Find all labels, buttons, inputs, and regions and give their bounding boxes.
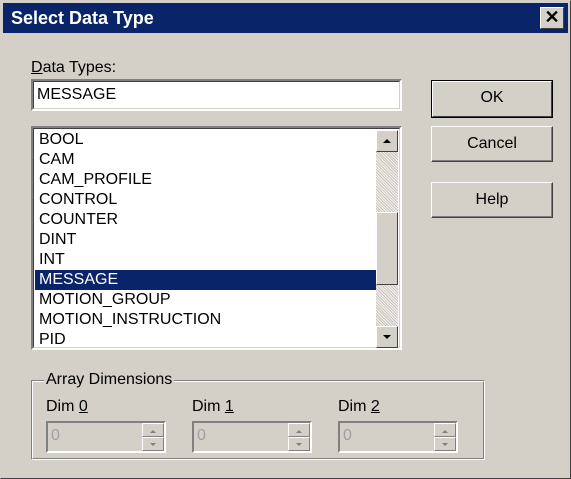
data-types-list[interactable]: BOOL CAM CAM_PROFILE CONTROL COUNTER DINT INT M… [31, 126, 402, 350]
dim0-value: 0 [51, 427, 60, 444]
scroll-up-icon [383, 139, 391, 143]
dim2-value: 0 [343, 427, 352, 444]
scroll-thumb[interactable] [376, 212, 398, 285]
list-item[interactable]: CAM [35, 150, 378, 170]
spin-down-icon [150, 443, 156, 446]
spin-up-icon [296, 430, 302, 433]
data-types-list-items: BOOL CAM CAM_PROFILE CONTROL COUNTER DINT INT M… [35, 130, 378, 348]
dim2-spinner[interactable]: 0 [338, 421, 458, 453]
array-dimensions-group: Array Dimensions Dim 0 0 Dim 1 0 Dim 2 0 [31, 370, 485, 460]
dim0-spin-up[interactable] [142, 423, 164, 437]
list-item[interactable]: PID [35, 330, 378, 348]
dim0-spinner[interactable]: 0 [46, 421, 166, 453]
dim1-value: 0 [197, 427, 206, 444]
scroll-up-button[interactable] [376, 130, 398, 152]
dim1-spin-up[interactable] [288, 423, 310, 437]
scroll-down-icon [383, 335, 391, 339]
list-item[interactable]: CONTROL [35, 190, 378, 210]
list-item[interactable]: INT [35, 250, 378, 270]
dim2-spin-down[interactable] [434, 437, 456, 451]
data-types-label: Data Types: [31, 59, 117, 76]
cancel-button[interactable]: Cancel [431, 126, 553, 162]
array-dimensions-title: Array Dimensions [44, 370, 175, 390]
list-item[interactable]: MOTION_INSTRUCTION [35, 310, 378, 330]
close-button[interactable]: ✕ [540, 7, 564, 29]
data-types-input-value: MESSAGE [37, 86, 117, 103]
dim0-spin-down[interactable] [142, 437, 164, 451]
data-types-input[interactable]: MESSAGE [31, 79, 402, 111]
help-button[interactable]: Help [431, 182, 553, 218]
window-title: Select Data Type [11, 8, 154, 28]
dim0-label: Dim 0 [46, 398, 88, 415]
title-bar[interactable]: Select Data Type ✕ [3, 3, 568, 33]
dim2-label: Dim 2 [338, 398, 380, 415]
spin-down-icon [442, 443, 448, 446]
list-item[interactable]: DINT [35, 230, 378, 250]
spin-up-icon [442, 430, 448, 433]
list-scrollbar[interactable] [376, 130, 398, 348]
list-item[interactable]: CAM_PROFILE [35, 170, 378, 190]
dim2-spin-up[interactable] [434, 423, 456, 437]
ok-button[interactable]: OK [431, 80, 553, 118]
scroll-down-button[interactable] [376, 326, 398, 348]
list-item[interactable]: BOOL [35, 130, 378, 150]
list-item[interactable]: COUNTER [35, 210, 378, 230]
spin-up-icon [150, 430, 156, 433]
dim1-spinner[interactable]: 0 [192, 421, 312, 453]
list-item[interactable]: MESSAGE [35, 270, 378, 290]
dim1-label: Dim 1 [192, 398, 234, 415]
dim1-spin-down[interactable] [288, 437, 310, 451]
select-data-type-dialog: Select Data Type ✕ Data Types: MESSAGE B… [0, 0, 571, 479]
close-icon: ✕ [544, 7, 560, 27]
spin-down-icon [296, 443, 302, 446]
list-item[interactable]: MOTION_GROUP [35, 290, 378, 310]
